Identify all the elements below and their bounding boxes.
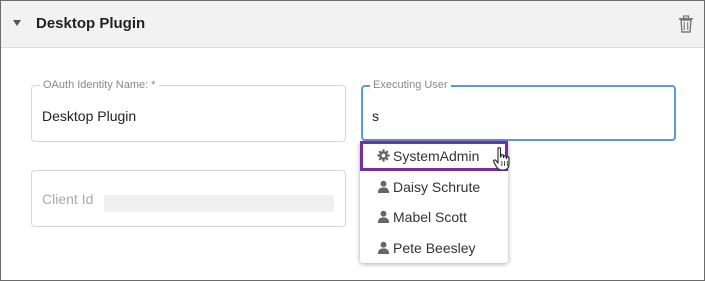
dropdown-option-label: Mabel Scott [393, 209, 467, 225]
dropdown-option-systemadmin[interactable]: SystemAdmin [360, 141, 508, 171]
caret-down-icon[interactable] [13, 20, 21, 26]
executing-user-field[interactable]: Executing User s [361, 79, 676, 141]
panel-header[interactable]: Desktop Plugin [1, 1, 704, 48]
oauth-identity-value: Desktop Plugin [42, 108, 137, 124]
client-id-skeleton-bar [104, 195, 334, 212]
oauth-identity-field[interactable]: OAuth Identity Name: * Desktop Plugin [31, 79, 346, 142]
hand-pointer-icon [492, 147, 510, 171]
executing-user-label: Executing User [370, 79, 451, 91]
dropdown-option-daisy-schrute[interactable]: Daisy Schrute [360, 172, 508, 202]
dropdown-option-label: SystemAdmin [393, 148, 480, 164]
trash-icon[interactable] [678, 15, 694, 33]
oauth-identity-label: OAuth Identity Name: * [40, 79, 159, 91]
client-id-field[interactable]: Client Id [31, 170, 346, 227]
dropdown-option-mabel-scott[interactable]: Mabel Scott [360, 202, 508, 232]
dropdown-option-label: Pete Beesley [393, 240, 476, 256]
client-id-placeholder: Client Id [42, 191, 94, 207]
panel-title: Desktop Plugin [36, 15, 146, 32]
executing-user-input-value: s [372, 108, 379, 124]
user-icon [377, 180, 390, 193]
plugin-panel: Desktop Plugin OAuth Identity Name: * De… [0, 0, 705, 281]
dropdown-option-label: Daisy Schrute [393, 179, 481, 195]
dropdown-option-pete-beesley[interactable]: Pete Beesley [360, 233, 508, 263]
user-icon [377, 241, 390, 254]
gear-icon [377, 149, 390, 162]
executing-user-dropdown: SystemAdmin Daisy Schrute Mabel Scott Pe… [360, 141, 508, 263]
user-icon [377, 210, 390, 223]
